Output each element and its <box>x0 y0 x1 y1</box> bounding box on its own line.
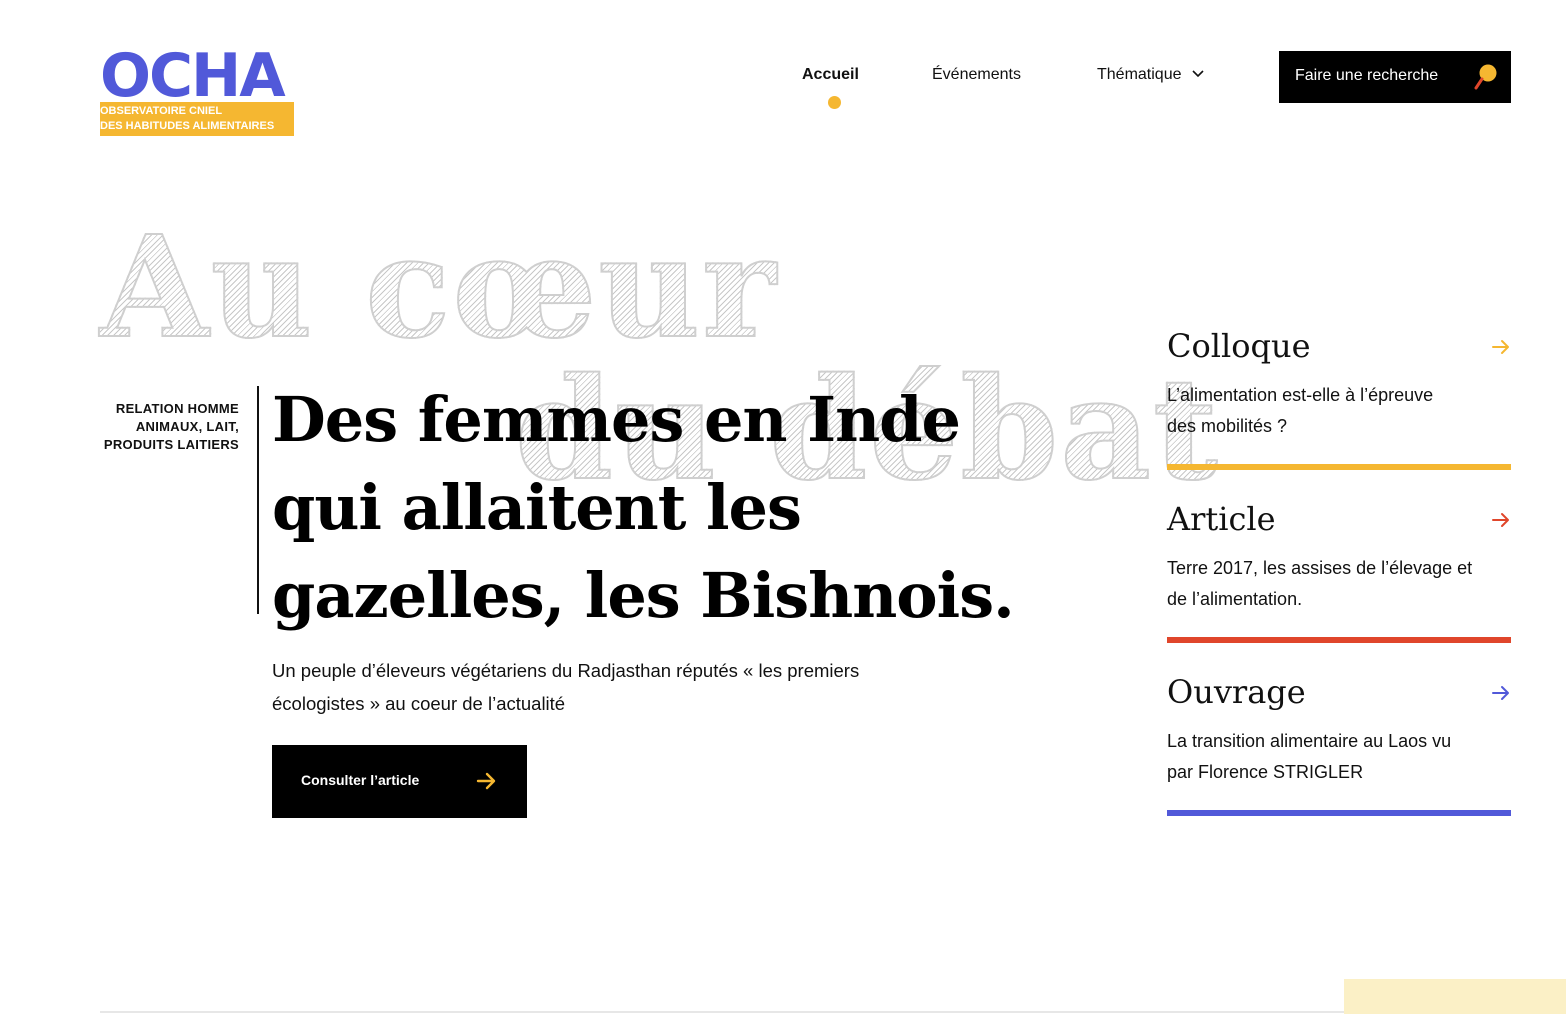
card-text: La transition alimentaire au Laos vu par… <box>1167 726 1511 788</box>
decorative-yellow-block <box>1344 979 1566 1014</box>
nav-item-evenements[interactable]: Événements <box>932 66 1021 84</box>
card-text-line: des mobilités ? <box>1167 416 1288 436</box>
chevron-down-icon <box>1191 67 1204 81</box>
card-text-line: L’alimentation est-elle à l’épreuve <box>1167 385 1434 405</box>
category-tag-line: PRODUITS LAITIERS <box>103 437 239 452</box>
card-text-line: par Florence STRIGLER <box>1167 762 1364 782</box>
nav-item-thematique-label: Thématique <box>1097 66 1182 83</box>
logo-wordmark: OCHA <box>100 50 286 102</box>
consult-article-label: Consulter l’article <box>301 772 420 788</box>
hero-subtitle-line: écologistes » au coeur de l’actualité <box>272 693 566 714</box>
arrow-right-icon <box>1492 686 1509 700</box>
search-button-label: Faire une recherche <box>1295 67 1439 84</box>
card-colloque[interactable]: Colloque L’alimentation est-elle à l’épr… <box>1167 326 1511 470</box>
background-hatched-text-1: Au cœur <box>99 206 778 370</box>
hero-headline-line: gazelles, les Bishnois. <box>272 559 1015 632</box>
card-text-line: Terre 2017, les assises de l’élevage et <box>1167 558 1473 578</box>
active-indicator-dot <box>828 96 841 109</box>
bottom-divider <box>100 1011 1344 1013</box>
search-icon <box>1474 64 1497 90</box>
card-text-line: de l’alimentation. <box>1167 589 1303 609</box>
card-ouvrage[interactable]: Ouvrage La transition alimentaire au Lao… <box>1167 672 1511 816</box>
card-article[interactable]: Article Terre 2017, les assises de l’éle… <box>1167 499 1511 643</box>
card-title: Ouvrage <box>1167 673 1306 711</box>
logo-tagline-line-1: OBSERVATOIRE CNIEL <box>100 105 223 117</box>
nav-item-thematique[interactable]: Thématique <box>1097 66 1204 84</box>
consult-article-button[interactable]: Consulter l’article <box>272 745 527 818</box>
arrow-right-icon <box>1492 340 1509 354</box>
logo-tagline-line-2: DES HABITUDES ALIMENTAIRES <box>100 120 275 132</box>
card-text-line: La transition alimentaire au Laos vu <box>1167 731 1452 751</box>
card-accent-bar <box>1167 464 1511 470</box>
hero-subtitle: Un peuple d’éleveurs végétariens du Radj… <box>272 654 972 720</box>
arrow-right-icon <box>1492 513 1509 527</box>
nav-item-accueil[interactable]: Accueil <box>802 66 859 84</box>
search-button[interactable]: Faire une recherche <box>1279 51 1511 103</box>
site-logo[interactable]: OCHA OBSERVATOIRE CNIEL DES HABITUDES AL… <box>100 50 294 136</box>
hero-subtitle-line: Un peuple d’éleveurs végétariens du Radj… <box>272 660 860 681</box>
category-tag[interactable]: RELATION HOMME ANIMAUX, LAIT, PRODUITS L… <box>96 400 239 454</box>
card-accent-bar <box>1167 637 1511 643</box>
card-text: L’alimentation est-elle à l’épreuve des … <box>1167 380 1511 442</box>
category-tag-line: ANIMAUX, LAIT, <box>135 419 239 434</box>
category-tag-line: RELATION HOMME <box>115 401 239 416</box>
card-title: Article <box>1167 500 1276 538</box>
hero-headline[interactable]: Des femmes en Inde qui allaitent les gaz… <box>272 376 1032 640</box>
card-text: Terre 2017, les assises de l’élevage et … <box>1167 553 1511 615</box>
hero-headline-line: qui allaitent les <box>272 471 802 544</box>
arrow-right-icon <box>476 772 496 790</box>
hero-headline-line: Des femmes en Inde <box>272 383 961 456</box>
card-title: Colloque <box>1167 327 1311 365</box>
card-accent-bar <box>1167 810 1511 816</box>
logo-tagline: OBSERVATOIRE CNIEL DES HABITUDES ALIMENT… <box>100 102 294 136</box>
vertical-divider <box>257 386 259 614</box>
